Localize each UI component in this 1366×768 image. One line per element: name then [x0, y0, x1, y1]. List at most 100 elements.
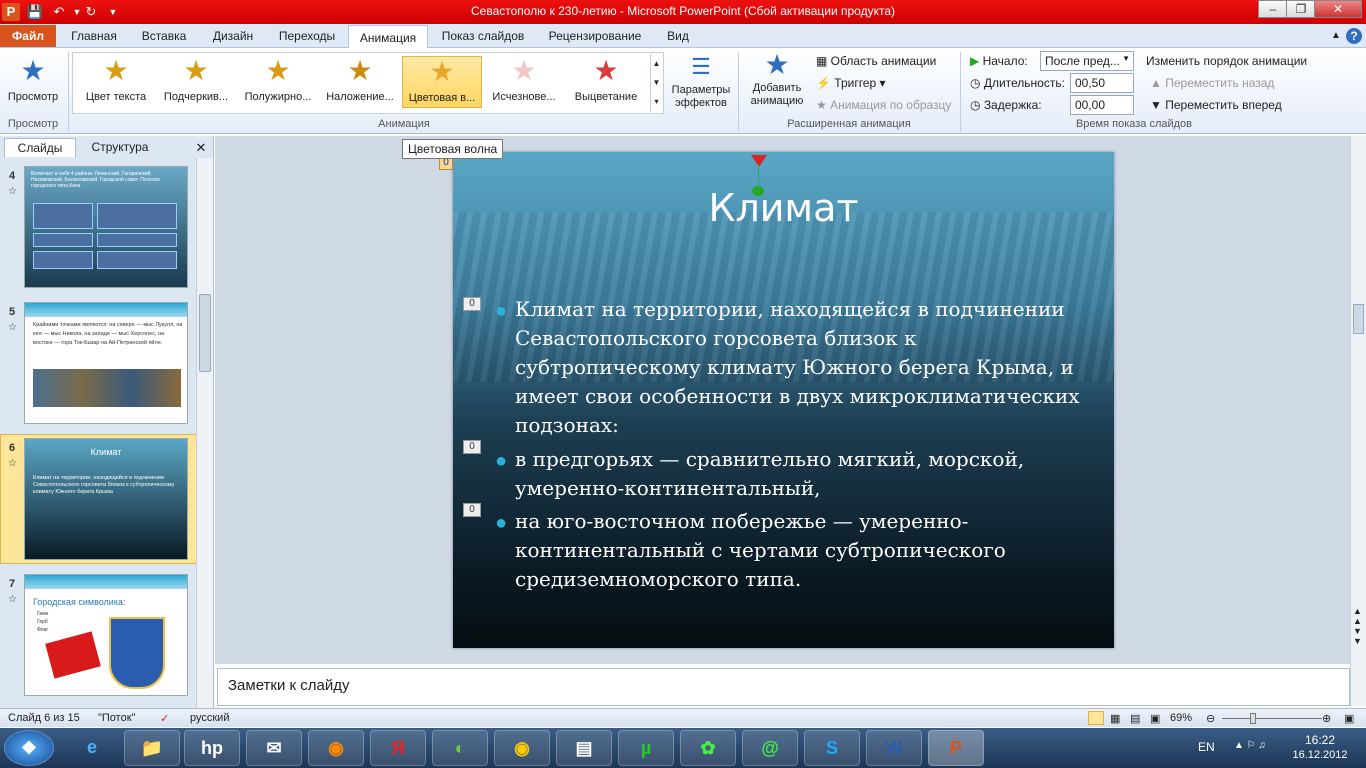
language[interactable]: русский [190, 712, 229, 724]
yandex-icon[interactable]: Я [370, 730, 426, 766]
slideshow-icon[interactable]: ▣ [1150, 712, 1160, 725]
minimize-button[interactable]: – [1258, 0, 1288, 18]
input-language[interactable]: EN [1198, 740, 1215, 754]
gallery-scroll[interactable]: ▲ ▼ ▾ [650, 54, 662, 112]
zoom-out-icon[interactable]: ⊖ [1206, 712, 1215, 725]
slides-scrollbar[interactable] [196, 158, 213, 710]
taskbar: ❖ e 📁 hp ✉ ◉ Я ◐ ◉ ▤ µ ✿ @ S W P EN ▲ ⚐ … [0, 728, 1366, 768]
icq-icon[interactable]: ✿ [680, 730, 736, 766]
add-animation-button[interactable]: ★ Добавить анимацию [742, 50, 812, 108]
tab-insert[interactable]: Вставка [132, 24, 196, 48]
powerpoint-taskbar-icon[interactable]: P [928, 730, 984, 766]
anim-overlay[interactable]: ★ Наложение... [320, 56, 400, 108]
duration-spinner[interactable]: 00,50 [1070, 73, 1134, 93]
scrollbar-thumb[interactable] [1353, 304, 1364, 334]
animation-indicator-icon: ☆ [8, 186, 17, 197]
group-label-animation: Анимация [378, 118, 430, 130]
main-scrollbar[interactable]: ▲ ▲ ▼ ▼ [1350, 136, 1366, 706]
skype-icon[interactable]: S [804, 730, 860, 766]
slide-title[interactable]: Климат [453, 186, 1114, 230]
hp-icon[interactable]: hp [184, 730, 240, 766]
reading-view-icon[interactable]: ▤ [1130, 712, 1140, 725]
notes-pane[interactable]: Заметки к слайду [217, 668, 1350, 706]
animation-order-tag[interactable]: 0 [463, 440, 481, 454]
bullet-text-3[interactable]: на юго-восточном побережье — умеренно-ко… [515, 507, 1075, 594]
trigger-button[interactable]: ⚡ Триггер ▾ [816, 76, 886, 90]
tab-home[interactable]: Главная [62, 24, 126, 48]
normal-view-icon[interactable] [1088, 711, 1104, 725]
spellcheck-icon[interactable]: ✓ [160, 712, 169, 725]
anim-disappear[interactable]: ★ Исчезнове... [484, 56, 564, 108]
help-icon[interactable]: ? [1346, 28, 1362, 44]
tab-slideshow[interactable]: Показ слайдов [434, 24, 532, 48]
move-later-button[interactable]: ▼ Переместить вперед [1150, 98, 1282, 112]
tray-icons[interactable]: ▲ ⚐ ♫ [1234, 740, 1266, 751]
effect-options-button[interactable]: ☰ Параметры эффектов [666, 52, 736, 109]
bullet-text-2[interactable]: в предгорьях — сравнительно мягкий, морс… [515, 445, 1095, 503]
zoom-slider[interactable] [1222, 718, 1322, 719]
window-title: Севастополю к 230-летию - Microsoft Powe… [470, 4, 895, 18]
slide-thumbnail-6[interactable]: Климат Климат на территории, находящейся… [24, 438, 188, 560]
resize-handle-icon[interactable] [752, 186, 764, 196]
slide-number: 7 [9, 578, 16, 590]
slide-thumbnail-4[interactable]: Включает в себя 4 района: Ленинский, Гаг… [24, 166, 188, 288]
scrollbar-thumb[interactable] [199, 294, 211, 372]
animation-indicator-icon: ☆ [8, 458, 17, 469]
close-button[interactable]: ✕ [1314, 0, 1362, 18]
slide-number: 5 [9, 306, 16, 318]
slide-thumbnail-7[interactable]: Городская символика: Гимн Герб Флаг [24, 574, 188, 696]
utorrent-icon[interactable]: µ [618, 730, 674, 766]
zoom-level[interactable]: 69% [1170, 712, 1192, 724]
picasa-icon[interactable]: ◐ [432, 730, 488, 766]
mail-icon[interactable]: ✉ [246, 730, 302, 766]
anim-underline[interactable]: ★ Подчеркив... [156, 56, 236, 108]
duration-label: ◷ Длительность: [970, 76, 1065, 90]
fit-to-window-icon[interactable]: ▣ [1344, 712, 1354, 725]
anim-color-wave[interactable]: ★ Цветовая в... [402, 56, 482, 108]
firefox-icon[interactable]: ◉ [308, 730, 364, 766]
preview-button[interactable]: ★ Просмотр [2, 56, 64, 108]
slides-app-icon[interactable]: ▤ [556, 730, 612, 766]
zoom-slider-thumb[interactable] [1250, 713, 1256, 724]
thumb-box [33, 233, 93, 247]
clock-icon: ◷ [970, 76, 984, 90]
delay-spinner[interactable]: 00,00 [1070, 95, 1134, 115]
animation-painter-button[interactable]: ★ Анимация по образцу [816, 98, 951, 112]
media-player-icon[interactable]: ◉ [494, 730, 550, 766]
clock-date[interactable]: 16.12.2012 [1284, 749, 1356, 761]
tab-design[interactable]: Дизайн [202, 24, 264, 48]
ie-icon[interactable]: e [64, 730, 120, 766]
prev-next-slide-icon[interactable]: ▲ ▲ ▼ ▼ [1353, 606, 1362, 646]
start-dropdown[interactable]: После пред... ▼ [1040, 51, 1134, 71]
animation-order-tag[interactable]: 0 [463, 297, 481, 311]
theme-name[interactable]: "Поток" [98, 712, 135, 724]
clock-time[interactable]: 16:22 [1290, 733, 1350, 747]
zoom-in-icon[interactable]: ⊕ [1322, 712, 1331, 725]
thumb-box [97, 203, 177, 229]
anim-text-color[interactable]: ★ Цвет текста [76, 56, 156, 108]
explorer-icon[interactable]: 📁 [124, 730, 180, 766]
current-slide[interactable]: Климат ● Климат на территории, находящей… [453, 152, 1114, 648]
move-earlier-button[interactable]: ▲ Переместить назад [1150, 76, 1274, 90]
restore-button[interactable]: ❐ [1286, 0, 1316, 18]
anim-bold[interactable]: ★ Полужирно... [238, 56, 318, 108]
tab-transitions[interactable]: Переходы [270, 24, 344, 48]
tab-file[interactable]: Файл [0, 25, 56, 47]
tab-slides[interactable]: Слайды [4, 138, 76, 157]
slide-thumbnail-5[interactable]: Крайними точками являются: на севере — м… [24, 302, 188, 424]
tab-view[interactable]: Вид [658, 24, 698, 48]
tab-review[interactable]: Рецензирование [538, 24, 652, 48]
word-icon[interactable]: W [866, 730, 922, 766]
bullet-text-1[interactable]: Климат на территории, находящейся в подч… [515, 295, 1095, 440]
close-pane-icon[interactable]: ✕ [192, 138, 210, 157]
start-button[interactable]: ❖ [4, 730, 54, 766]
anim-fade[interactable]: ★ Выцветание [566, 56, 646, 108]
animation-order-tag[interactable]: 0 [463, 503, 481, 517]
collapse-ribbon-icon[interactable]: ▲ [1328, 24, 1344, 48]
tab-outline[interactable]: Структура [80, 138, 160, 157]
clock-icon: ◷ [970, 98, 984, 112]
slide-sorter-icon[interactable]: ▦ [1110, 712, 1120, 725]
animation-pane-button[interactable]: ▦ Область анимации [816, 54, 936, 68]
tab-animations[interactable]: Анимация [348, 25, 428, 49]
mail-agent-icon[interactable]: @ [742, 730, 798, 766]
